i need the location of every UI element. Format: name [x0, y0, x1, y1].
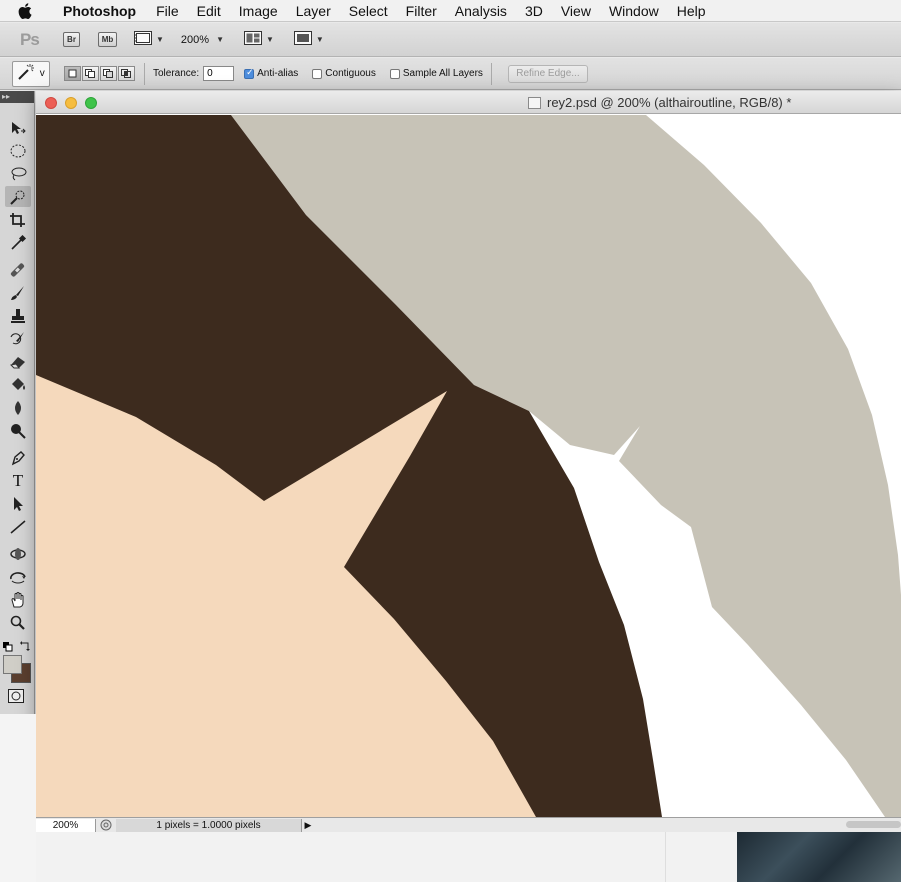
artwork-canvas: [36, 115, 901, 817]
sample-all-layers-checkbox[interactable]: Sample All Layers: [389, 68, 483, 79]
swap-colors-icon[interactable]: [20, 638, 31, 656]
tool-options-bar: v Tolerance: Anti-alias Contiguous Sampl…: [0, 58, 901, 90]
eyedropper-tool-icon[interactable]: [5, 232, 31, 253]
menu-analysis[interactable]: Analysis: [446, 3, 516, 19]
application-bar: Ps Br Mb ▼ 200% ▼ ▼ ▼: [0, 23, 901, 57]
panel-grip[interactable]: ▸▸: [0, 91, 34, 103]
divider: [665, 832, 666, 882]
status-zoom-field[interactable]: 200%: [36, 818, 96, 832]
zoom-level-value: 200%: [180, 33, 210, 46]
tool-shortcut-label: v: [39, 68, 45, 79]
3d-rotate-tool-icon[interactable]: [5, 543, 31, 564]
selection-mode-group: [64, 66, 136, 81]
tolerance-label: Tolerance:: [153, 68, 200, 79]
horizontal-scrollbar[interactable]: [846, 821, 901, 828]
status-info-text: 1 pixels = 1.0000 pixels: [116, 818, 302, 832]
quick-selection-tool-icon[interactable]: [5, 186, 31, 207]
chevron-down-icon: ▼: [265, 35, 274, 44]
path-selection-tool-icon[interactable]: [5, 493, 31, 514]
menu-select[interactable]: Select: [340, 3, 397, 19]
zoom-level-dropdown[interactable]: 200% ▼: [181, 34, 224, 46]
3d-orbit-tool-icon[interactable]: [5, 566, 31, 587]
menu-edit[interactable]: Edit: [188, 3, 230, 19]
close-window-button[interactable]: [45, 97, 57, 109]
refine-edge-button[interactable]: Refine Edge...: [507, 64, 588, 83]
minimize-window-button[interactable]: [65, 97, 77, 109]
checkbox-unchecked: [389, 68, 400, 79]
clone-stamp-tool-icon[interactable]: [5, 305, 31, 326]
menu-file[interactable]: File: [147, 3, 188, 19]
eraser-tool-icon[interactable]: [5, 351, 31, 372]
lasso-tool-icon[interactable]: [5, 163, 31, 184]
menu-bar: Photoshop File Edit Image Layer Select F…: [0, 0, 901, 22]
anti-alias-label: Anti-alias: [257, 68, 299, 79]
type-tool-icon[interactable]: T: [5, 470, 31, 491]
contiguous-checkbox[interactable]: Contiguous: [312, 68, 376, 79]
document-window: rey2.psd @ 200% (althairoutline, RGB/8) …: [36, 91, 901, 832]
status-options-icon[interactable]: [96, 819, 116, 831]
tools-panel: ▸▸ T: [0, 91, 35, 714]
launch-bridge-button[interactable]: Br: [63, 32, 80, 47]
document-title: rey2.psd @ 200% (althairoutline, RGB/8) …: [528, 95, 791, 110]
arrange-documents-dropdown[interactable]: ▼: [243, 31, 274, 48]
crop-tool-icon[interactable]: [5, 209, 31, 230]
apple-icon[interactable]: [18, 2, 40, 19]
arrange-documents-icon: [243, 31, 262, 48]
document-icon: [528, 96, 541, 109]
launch-mini-bridge-button[interactable]: Mb: [98, 32, 117, 47]
subtract-from-selection-button[interactable]: [100, 66, 117, 81]
menu-image[interactable]: Image: [230, 3, 287, 19]
background-window: [0, 714, 36, 882]
menu-layer[interactable]: Layer: [287, 3, 340, 19]
tolerance-input[interactable]: [203, 66, 235, 81]
view-extras-icon: [134, 31, 152, 48]
canvas-area[interactable]: [36, 115, 901, 817]
ps-logo: Ps: [20, 29, 40, 49]
checkbox-unchecked: [312, 68, 323, 79]
tool-preset-picker[interactable]: v: [12, 60, 50, 87]
blur-tool-icon[interactable]: [5, 397, 31, 418]
divider: [490, 62, 492, 85]
document-status-bar: 200% 1 pixels = 1.0000 pixels ▶: [36, 817, 901, 832]
zoom-tool-icon[interactable]: [5, 612, 31, 633]
checkbox-checked: [244, 67, 255, 79]
document-title-bar[interactable]: rey2.psd @ 200% (althairoutline, RGB/8) …: [36, 91, 901, 114]
screen-mode-icon: [293, 31, 312, 48]
background-photo-thumbnail: [737, 832, 901, 882]
menu-3d[interactable]: 3D: [516, 3, 552, 19]
menu-app-name[interactable]: Photoshop: [54, 3, 147, 19]
magic-wand-icon: [17, 63, 37, 84]
menu-help[interactable]: Help: [668, 3, 715, 19]
hand-tool-icon[interactable]: [5, 589, 31, 610]
move-tool-icon[interactable]: [5, 117, 31, 138]
marquee-tool-icon[interactable]: [5, 140, 31, 161]
dodge-tool-icon[interactable]: [5, 420, 31, 441]
zoom-window-button[interactable]: [85, 97, 97, 109]
add-to-selection-button[interactable]: [82, 66, 99, 81]
intersect-selection-button[interactable]: [118, 66, 135, 81]
healing-brush-tool-icon[interactable]: [5, 259, 31, 280]
history-brush-tool-icon[interactable]: [5, 328, 31, 349]
chevron-down-icon: ▼: [315, 35, 324, 44]
menu-filter[interactable]: Filter: [397, 3, 446, 19]
new-selection-button[interactable]: [64, 66, 81, 81]
status-menu-arrow-icon[interactable]: ▶: [302, 819, 314, 832]
paint-bucket-tool-icon[interactable]: [5, 374, 31, 395]
pen-tool-icon[interactable]: [5, 447, 31, 468]
anti-alias-checkbox[interactable]: Anti-alias: [244, 67, 299, 79]
contiguous-label: Contiguous: [325, 68, 376, 79]
document-title-text: rey2.psd @ 200% (althairoutline, RGB/8) …: [547, 95, 792, 110]
chevron-down-icon: ▼: [216, 35, 224, 44]
sample-all-layers-label: Sample All Layers: [402, 68, 483, 79]
chevron-down-icon: ▼: [156, 35, 164, 44]
line-tool-icon[interactable]: [5, 516, 31, 537]
menu-view[interactable]: View: [552, 3, 600, 19]
menu-window[interactable]: Window: [600, 3, 668, 19]
view-extras-dropdown[interactable]: ▼: [134, 31, 164, 48]
brush-tool-icon[interactable]: [5, 282, 31, 303]
quick-mask-icon[interactable]: [8, 689, 24, 708]
foreground-color-swatch[interactable]: [3, 655, 22, 674]
divider: [144, 62, 145, 85]
screen-mode-dropdown[interactable]: ▼: [293, 31, 324, 48]
